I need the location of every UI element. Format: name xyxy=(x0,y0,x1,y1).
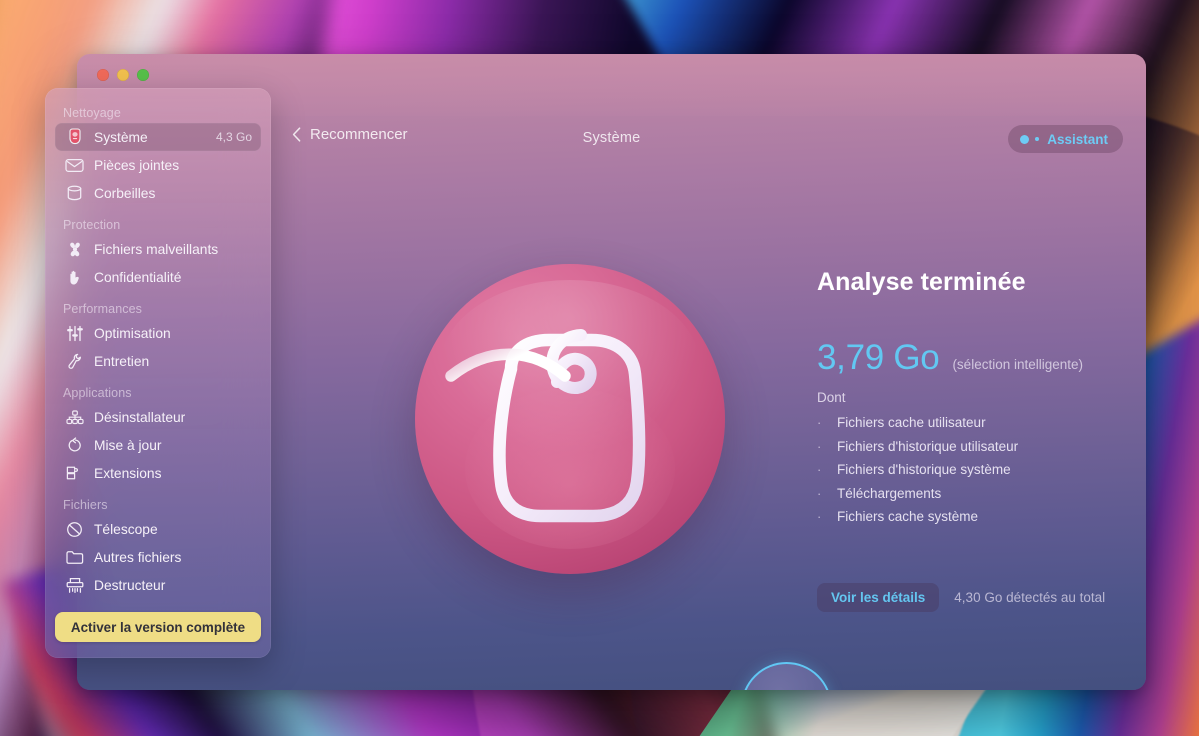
app-grid-icon xyxy=(64,407,85,428)
selected-size-row: 3,79 Go (sélection intelligente) xyxy=(817,338,1127,378)
sidebar-item-entretien[interactable]: Entretien xyxy=(55,347,261,375)
sidebar-section-title-performances: Performances xyxy=(63,302,143,316)
minimize-window-button[interactable] xyxy=(117,69,129,81)
list-item: · Fichiers d'historique système xyxy=(817,458,1127,482)
view-details-button[interactable]: Voir les détails xyxy=(817,583,940,612)
chevron-left-icon xyxy=(292,127,301,142)
restart-scan-label: Recommencer xyxy=(310,126,408,143)
breakdown-list: · Fichiers cache utilisateur · Fichiers … xyxy=(817,411,1127,529)
sidebar-item-label: Destructeur xyxy=(94,577,166,593)
puzzle-piece-icon xyxy=(64,463,85,484)
bullet-icon: · xyxy=(817,509,822,525)
sidebar-item-label: Désinstallateur xyxy=(94,409,186,425)
restart-scan-button[interactable]: Recommencer xyxy=(292,126,408,143)
planet-icon xyxy=(64,519,85,540)
sidebar-item-confidentialite[interactable]: Confidentialité xyxy=(55,263,261,291)
close-window-button[interactable] xyxy=(97,69,109,81)
assistant-dot-large-icon xyxy=(1020,134,1030,144)
assistant-button[interactable]: Assistant xyxy=(1008,125,1123,153)
scan-results-panel: Analyse terminée 3,79 Go (sélection inte… xyxy=(817,268,1127,529)
shredder-icon xyxy=(64,575,85,596)
scan-status-title: Analyse terminée xyxy=(817,268,1026,296)
sidebar-item-label: Corbeilles xyxy=(94,185,156,201)
sidebar-item-autres-fichiers[interactable]: Autres fichiers xyxy=(55,543,261,571)
list-item: · Fichiers cache utilisateur xyxy=(817,411,1127,435)
list-item-label: Fichiers cache système xyxy=(837,509,979,525)
selection-mode-note: (sélection intelligente) xyxy=(952,357,1084,372)
sidebar-item-label: Télescope xyxy=(94,521,158,537)
total-detected-label: 4,30 Go détectés au total xyxy=(954,590,1106,605)
assistant-label: Assistant xyxy=(1047,131,1108,147)
list-item-label: Fichiers d'historique utilisateur xyxy=(837,438,1019,454)
sidebar-item-label: Entretien xyxy=(94,353,150,369)
bullet-icon: · xyxy=(817,438,822,454)
sidebar-item-destructeur[interactable]: Destructeur xyxy=(55,571,261,599)
selected-size-value: 3,79 Go xyxy=(817,338,940,377)
sidebar-item-label: Extensions xyxy=(94,465,162,481)
traffic-light-controls[interactable] xyxy=(97,69,149,81)
bullet-icon: · xyxy=(817,415,822,431)
app-logo xyxy=(355,204,785,634)
sidebar-section-title-fichiers: Fichiers xyxy=(63,498,108,512)
folder-icon xyxy=(64,547,85,568)
sidebar-item-extensions[interactable]: Extensions xyxy=(55,459,261,487)
wrench-icon xyxy=(64,351,85,372)
sidebar-item-label: Confidentialité xyxy=(94,269,182,285)
zoom-window-button[interactable] xyxy=(137,69,149,81)
bullet-icon: · xyxy=(817,462,822,478)
trash-bin-icon xyxy=(64,183,85,204)
system-tag-icon xyxy=(64,127,85,148)
sidebar-section-title-nettoyage: Nettoyage xyxy=(63,106,121,120)
assistant-dot-small-icon xyxy=(1035,137,1040,141)
sphere-top-gloss xyxy=(439,279,701,454)
sidebar-item-telescope[interactable]: Télescope xyxy=(55,515,261,543)
sliders-icon xyxy=(64,323,85,344)
sidebar-item-label: Optimisation xyxy=(94,325,171,341)
hand-stop-icon xyxy=(64,267,85,288)
breakdown-label: Dont xyxy=(817,390,846,405)
sidebar-item-systeme[interactable]: Système 4,3 Go xyxy=(55,123,261,151)
sidebar-item-badge: 4,3 Go xyxy=(215,130,252,144)
sidebar-item-label: Autres fichiers xyxy=(94,549,182,565)
desktop: Système Recommencer Assistant Analyse te… xyxy=(0,0,1199,736)
list-item: · Fichiers cache système xyxy=(817,505,1127,529)
sidebar-item-desinstallateur[interactable]: Désinstallateur xyxy=(55,403,261,431)
list-item: · Téléchargements xyxy=(817,482,1127,506)
sidebar-item-corbeilles[interactable]: Corbeilles xyxy=(55,179,261,207)
list-item-label: Téléchargements xyxy=(837,485,942,501)
biohazard-icon xyxy=(64,239,85,260)
loop-mark-icon xyxy=(445,329,646,523)
sidebar-section-title-applications: Applications xyxy=(63,386,132,400)
sidebar: Nettoyage Système 4,3 Go Pièces jointes xyxy=(45,88,271,658)
sidebar-item-label: Fichiers malveillants xyxy=(94,241,219,257)
sidebar-item-optimisation[interactable]: Optimisation xyxy=(55,319,261,347)
activate-full-version-button[interactable]: Activer la version complète xyxy=(55,612,261,642)
sphere-bottom-gloss xyxy=(464,388,676,550)
sidebar-item-mise-a-jour[interactable]: Mise à jour xyxy=(55,431,261,459)
list-item-label: Fichiers cache utilisateur xyxy=(837,415,986,431)
sidebar-item-pieces-jointes[interactable]: Pièces jointes xyxy=(55,151,261,179)
sidebar-item-label: Pièces jointes xyxy=(94,157,180,173)
list-item-label: Fichiers d'historique système xyxy=(837,462,1011,478)
sidebar-section-title-protection: Protection xyxy=(63,218,121,232)
sidebar-item-fichiers-malveillants[interactable]: Fichiers malveillants xyxy=(55,235,261,263)
details-row: Voir les détails 4,30 Go détectés au tot… xyxy=(817,583,1105,612)
pink-sphere-loop-logo-icon xyxy=(415,264,725,574)
bullet-icon: · xyxy=(817,485,822,501)
sidebar-item-label: Mise à jour xyxy=(94,437,162,453)
update-arrow-icon xyxy=(64,435,85,456)
list-item: · Fichiers d'historique utilisateur xyxy=(817,435,1127,459)
envelope-icon xyxy=(64,155,85,176)
clean-button[interactable]: Nettoyer xyxy=(741,662,832,690)
sidebar-item-label: Système xyxy=(94,129,148,145)
